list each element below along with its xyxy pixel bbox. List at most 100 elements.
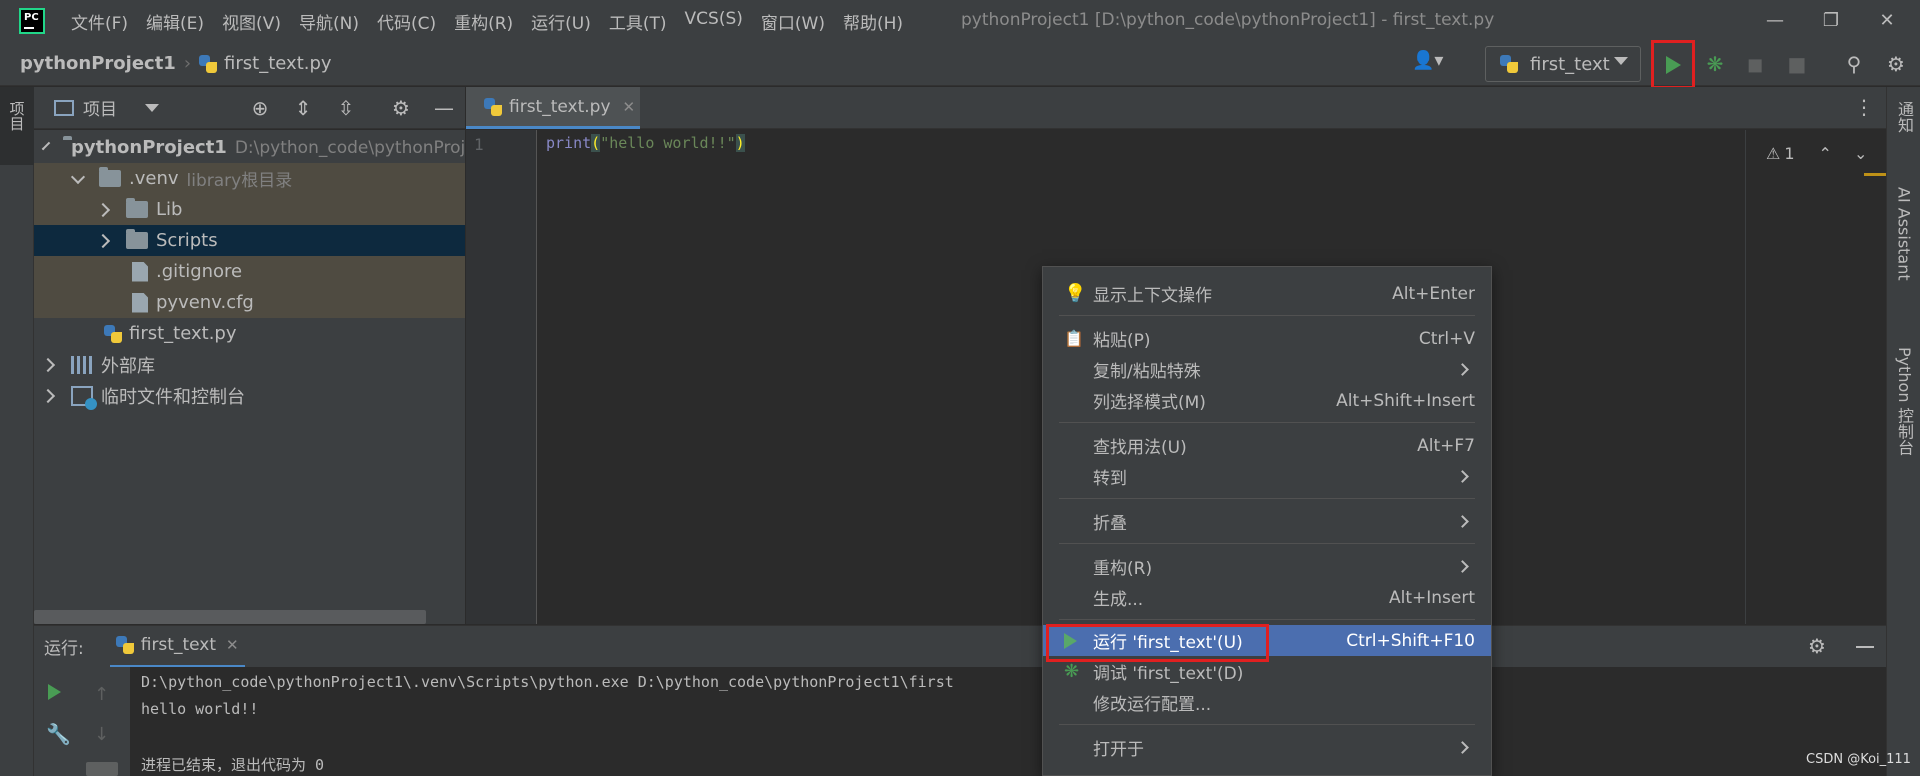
menu-item-copy-paste-special[interactable]: 复制/粘贴特殊 bbox=[1043, 354, 1491, 385]
breadcrumb-file[interactable]: first_text.py bbox=[224, 53, 332, 74]
close-tab-icon[interactable]: ✕ bbox=[226, 636, 239, 654]
menu-file[interactable]: 文件(F) bbox=[71, 9, 128, 34]
minimize-window-icon[interactable]: — bbox=[1762, 8, 1788, 34]
menu-item-generate[interactable]: 生成... Alt+Insert bbox=[1043, 582, 1491, 613]
arrow-up-icon[interactable]: ↑ bbox=[94, 684, 109, 705]
line-number: 1 bbox=[474, 135, 484, 154]
hide-panel-icon[interactable] bbox=[1856, 646, 1874, 648]
menu-item-shortcut: Ctrl+Shift+F10 bbox=[1346, 630, 1475, 651]
debug-bug-icon[interactable]: ❋ bbox=[1701, 50, 1729, 78]
window-title: pythonProject1 [D:\python_code\pythonPro… bbox=[961, 10, 1495, 30]
tree-item-venv-hint: library根目录 bbox=[186, 171, 293, 191]
play-icon bbox=[1665, 55, 1681, 74]
python-console-tab[interactable]: Python 控制台 bbox=[1887, 347, 1920, 456]
scratches-icon bbox=[71, 385, 97, 410]
menu-item-column-selection[interactable]: 列选择模式(M) Alt+Shift+Insert bbox=[1043, 385, 1491, 416]
menu-item-label: 调试 'first_text'(D) bbox=[1093, 664, 1244, 684]
warning-stripe-marker[interactable] bbox=[1864, 173, 1886, 176]
chevron-down-icon bbox=[41, 141, 51, 150]
menu-code[interactable]: 代码(C) bbox=[377, 9, 436, 34]
menu-item-label: 列选择模式(M) bbox=[1093, 393, 1206, 413]
tree-item-root-path: D:\python_code\pythonProj bbox=[234, 137, 465, 158]
menu-help[interactable]: 帮助(H) bbox=[843, 9, 903, 34]
chevron-right-icon bbox=[40, 357, 56, 372]
menu-item-folding[interactable]: 折叠 bbox=[1043, 506, 1491, 537]
tree-item-venv[interactable]: .venv library根目录 bbox=[34, 163, 465, 194]
gear-icon[interactable]: ⚙ bbox=[389, 96, 413, 120]
tab-first-text-label: first_text.py bbox=[509, 96, 611, 117]
menu-item-label: 复制/粘贴特殊 bbox=[1093, 362, 1201, 382]
menu-view[interactable]: 视图(V) bbox=[222, 9, 281, 34]
menu-separator bbox=[1059, 315, 1475, 316]
more-options-icon[interactable]: ⋮ bbox=[1854, 95, 1874, 119]
menu-navigate[interactable]: 导航(N) bbox=[299, 9, 359, 34]
close-tab-icon[interactable]: ✕ bbox=[623, 98, 636, 116]
breadcrumb-separator: › bbox=[183, 53, 192, 74]
restore-window-icon[interactable]: ❐ bbox=[1818, 8, 1844, 34]
menu-item-open-in[interactable]: 打开于 bbox=[1043, 732, 1491, 763]
menu-refactor[interactable]: 重构(R) bbox=[454, 9, 513, 34]
close-window-icon[interactable]: ✕ bbox=[1874, 8, 1900, 34]
menu-item-label: 折叠 bbox=[1093, 514, 1127, 534]
watermark: CSDN @Koi_111 bbox=[1806, 752, 1911, 767]
menu-item-paste[interactable]: 📋 粘贴(P) Ctrl+V bbox=[1043, 323, 1491, 354]
project-tool-tab[interactable]: 项目 bbox=[0, 87, 34, 165]
user-account-icon[interactable]: 👤▾ bbox=[1412, 50, 1456, 78]
menu-window[interactable]: 窗口(W) bbox=[761, 9, 825, 34]
run-console[interactable]: D:\python_code\pythonProject1\.venv\Scri… bbox=[130, 667, 1886, 776]
horizontal-scrollbar[interactable] bbox=[34, 610, 426, 624]
python-file-icon bbox=[104, 324, 122, 343]
project-panel-title[interactable]: 项目 bbox=[83, 95, 117, 120]
previous-highlight-icon[interactable]: ⌃ bbox=[1819, 144, 1832, 163]
run-button[interactable] bbox=[1651, 40, 1695, 89]
run-panel-header: 运行: first_text ✕ bbox=[34, 625, 1886, 668]
tree-item-scratches[interactable]: 临时文件和控制台 bbox=[34, 380, 465, 411]
menu-item-goto[interactable]: 转到 bbox=[1043, 461, 1491, 492]
stop-icon[interactable]: ■ bbox=[1783, 50, 1811, 78]
tree-item-gitignore[interactable]: .gitignore bbox=[34, 256, 465, 287]
locate-file-icon[interactable]: ⊕ bbox=[248, 96, 272, 120]
ai-assistant-tab-label: AI Assistant bbox=[1894, 187, 1914, 281]
wrench-icon[interactable]: 🔧 bbox=[46, 722, 71, 746]
menu-item-show-context-actions[interactable]: 💡 显示上下文操作 Alt+Enter bbox=[1043, 278, 1491, 309]
menu-vcs[interactable]: VCS(S) bbox=[685, 9, 743, 34]
tree-item-first-text[interactable]: first_text.py bbox=[34, 318, 465, 349]
run-configuration-selector[interactable]: first_text bbox=[1485, 46, 1641, 82]
gear-icon[interactable]: ⚙ bbox=[1808, 634, 1826, 658]
tree-item-pyvenv[interactable]: pyvenv.cfg bbox=[34, 287, 465, 318]
collapse-all-icon[interactable]: ⇳ bbox=[334, 96, 358, 120]
search-icon[interactable]: ⚲ bbox=[1840, 50, 1868, 78]
menu-edit[interactable]: 编辑(E) bbox=[146, 9, 204, 34]
tree-item-lib[interactable]: Lib bbox=[34, 194, 465, 225]
ai-assistant-tab[interactable]: AI Assistant bbox=[1887, 187, 1920, 281]
run-tab-label: first_text bbox=[140, 635, 217, 655]
title-bar: PC 文件(F) 编辑(E) 视图(V) 导航(N) 代码(C) 重构(R) 运… bbox=[0, 0, 1920, 42]
chevron-down-icon[interactable] bbox=[145, 103, 159, 112]
scroll-to-end-icon[interactable] bbox=[86, 762, 118, 776]
submenu-chevron-icon bbox=[1456, 560, 1469, 573]
notifications-tab[interactable]: 通知 bbox=[1887, 101, 1920, 133]
expand-all-icon[interactable]: ⇕ bbox=[291, 96, 315, 120]
arrow-down-icon[interactable]: ↓ bbox=[94, 724, 109, 745]
tree-item-scripts[interactable]: Scripts bbox=[34, 225, 465, 256]
menu-item-refactor[interactable]: 重构(R) bbox=[1043, 551, 1491, 582]
menu-item-modify-run-config[interactable]: 修改运行配置... bbox=[1043, 687, 1491, 718]
menu-tools[interactable]: 工具(T) bbox=[609, 9, 667, 34]
next-highlight-icon[interactable]: ⌄ bbox=[1854, 144, 1867, 163]
tree-item-root[interactable]: pythonProject1 D:\python_code\pythonProj bbox=[34, 132, 465, 163]
settings-gear-icon[interactable]: ⚙ bbox=[1882, 50, 1910, 78]
breadcrumb-project[interactable]: pythonProject1 bbox=[20, 53, 176, 74]
tab-first-text[interactable]: first_text.py ✕ bbox=[466, 87, 640, 129]
hide-panel-icon[interactable]: — bbox=[432, 96, 456, 120]
left-tool-strip: 项目 bbox=[0, 87, 34, 776]
run-tab-first-text[interactable]: first_text ✕ bbox=[109, 626, 245, 668]
menu-run[interactable]: 运行(U) bbox=[531, 9, 591, 34]
coverage-icon[interactable]: ◼ bbox=[1741, 50, 1769, 78]
submenu-chevron-icon bbox=[1456, 741, 1469, 754]
rerun-play-icon[interactable] bbox=[48, 684, 61, 700]
tree-item-external-libraries[interactable]: 外部库 bbox=[34, 349, 465, 380]
menu-item-label: 查找用法(U) bbox=[1093, 438, 1187, 458]
menu-item-find-usages[interactable]: 查找用法(U) Alt+F7 bbox=[1043, 430, 1491, 461]
python-file-icon bbox=[484, 97, 502, 116]
inspections-widget[interactable]: ⚠ 1 ⌃ ⌄ bbox=[1766, 140, 1876, 166]
